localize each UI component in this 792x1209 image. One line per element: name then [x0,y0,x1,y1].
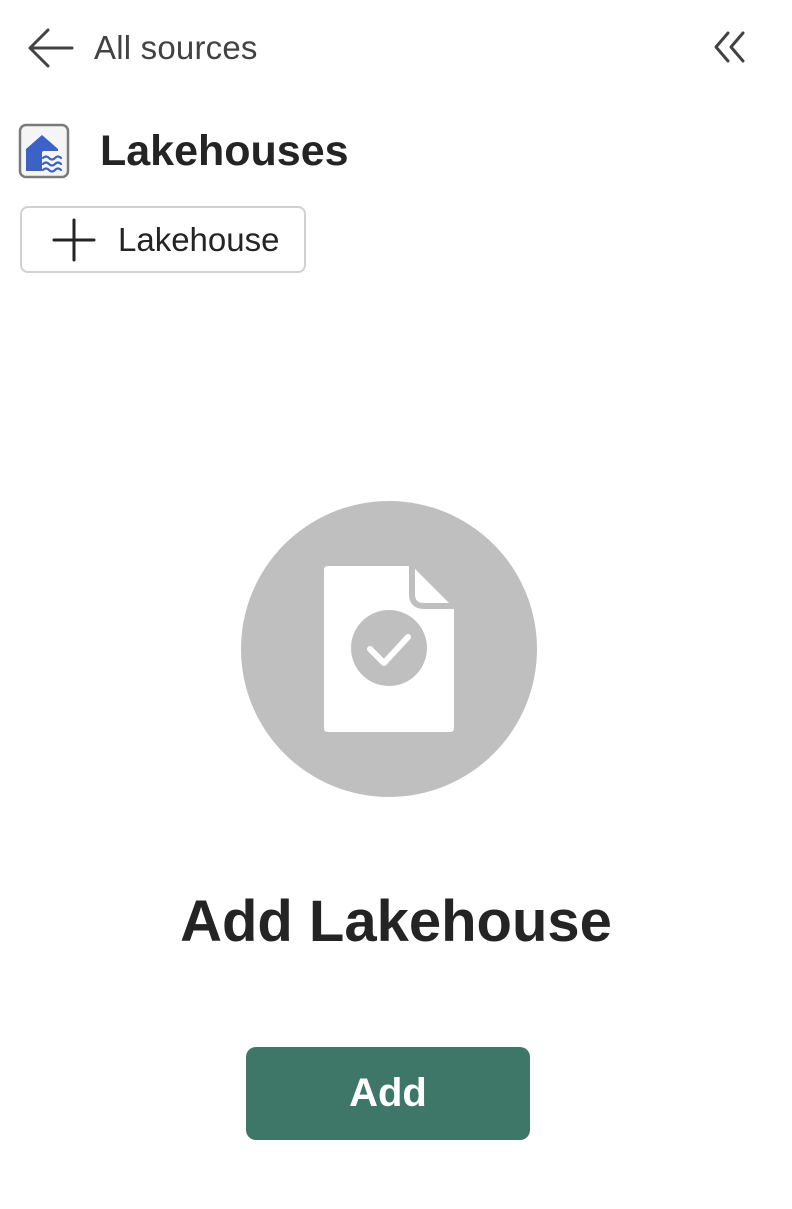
collapse-panel-button[interactable] [708,24,754,70]
add-button[interactable]: Add [246,1047,530,1140]
document-check-icon [241,501,537,797]
plus-icon [52,218,96,261]
header: All sources [0,0,792,100]
back-to-all-sources-link[interactable]: All sources [24,22,258,74]
lakehouse-icon [18,123,70,179]
double-chevron-left-icon [714,31,745,63]
section-title: Lakehouses [18,122,349,180]
new-lakehouse-label: Lakehouse [118,220,280,258]
new-lakehouse-button[interactable]: Lakehouse [20,206,306,273]
back-link-label: All sources [94,29,258,66]
page-title: Lakehouses [100,126,349,175]
empty-state-title: Add Lakehouse [180,889,612,954]
arrow-left-icon [28,28,74,68]
